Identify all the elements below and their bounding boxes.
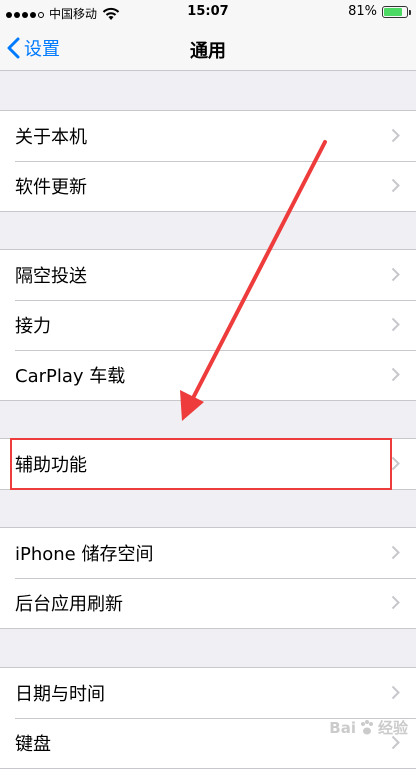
chevron-right-icon [391, 367, 400, 382]
watermark-text-b: 经验 [377, 719, 408, 737]
settings-row-date-time[interactable]: 日期与时间 [0, 668, 416, 718]
battery-percent: 81% [348, 4, 377, 19]
row-label: 后台应用刷新 [15, 594, 123, 615]
battery-fill [384, 7, 402, 16]
settings-row-handoff[interactable]: 接力 [0, 300, 416, 350]
chevron-right-icon [391, 317, 400, 332]
page-title: 通用 [190, 41, 226, 62]
settings-row-accessibility[interactable]: 辅助功能 [0, 439, 416, 489]
row-label: 关于本机 [15, 127, 87, 148]
battery-icon [382, 5, 411, 18]
settings-group-connectivity: 隔空投送 接力 CarPlay 车载 [0, 249, 416, 401]
settings-row-carplay[interactable]: CarPlay 车载 [0, 350, 416, 400]
settings-row-airdrop[interactable]: 隔空投送 [0, 250, 416, 300]
row-label: 接力 [15, 316, 51, 337]
settings-row-software-update[interactable]: 软件更新 [0, 161, 416, 211]
chevron-right-icon [391, 178, 400, 193]
row-label: 键盘 [15, 734, 51, 755]
row-label: iPhone 储存空间 [15, 544, 154, 565]
status-bar: 中国移动 15:07 81% [0, 0, 416, 26]
settings-group-about: 关于本机 软件更新 [0, 110, 416, 212]
row-label: 软件更新 [15, 177, 87, 198]
chevron-right-icon [391, 545, 400, 560]
settings-row-iphone-storage[interactable]: iPhone 储存空间 [0, 528, 416, 578]
watermark-text-a: Bai [329, 718, 356, 737]
paw-icon [360, 719, 373, 734]
chevron-right-icon [391, 267, 400, 282]
settings-row-about[interactable]: 关于本机 [0, 111, 416, 161]
status-right: 81% [348, 4, 411, 19]
chevron-right-icon [391, 128, 400, 143]
row-label: 日期与时间 [15, 684, 105, 705]
navigation-bar: 设置 通用 [0, 26, 416, 71]
settings-group-accessibility: 辅助功能 [0, 438, 416, 490]
settings-group-storage: iPhone 储存空间 后台应用刷新 [0, 527, 416, 629]
row-label: 隔空投送 [15, 266, 87, 287]
watermark-logo: Bai 经验 [329, 717, 408, 738]
settings-row-background-refresh[interactable]: 后台应用刷新 [0, 578, 416, 628]
chevron-right-icon [391, 456, 400, 471]
chevron-right-icon [391, 685, 400, 700]
row-label: 辅助功能 [15, 455, 87, 476]
row-label: CarPlay 车载 [15, 366, 126, 387]
chevron-right-icon [391, 595, 400, 610]
